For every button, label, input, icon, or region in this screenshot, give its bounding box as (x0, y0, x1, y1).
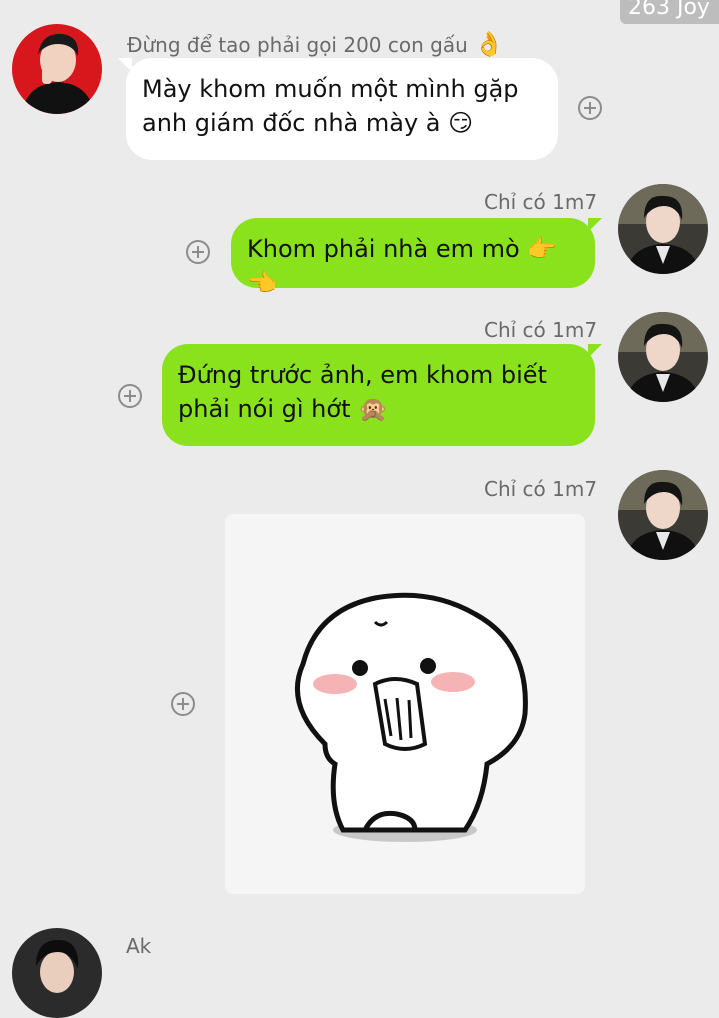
message-line: Khom phải nhà em mò 👉👈 (247, 235, 558, 297)
counter-badge: 263 Joy (620, 0, 719, 24)
avatar[interactable] (618, 470, 708, 560)
message-line: Đứng trước ảnh, em khom biết (178, 361, 547, 389)
sender-name: Chỉ có 1m7 (484, 318, 598, 342)
add-reaction-icon[interactable] (118, 384, 142, 408)
avatar[interactable] (618, 184, 708, 274)
shy-dumpling-sticker[interactable] (225, 514, 585, 894)
message-bubble[interactable]: Mày khom muốn một mình gặp anh giám đốc … (126, 58, 558, 160)
sender-name: Chỉ có 1m7 (484, 190, 598, 214)
add-reaction-icon[interactable] (578, 96, 602, 120)
sender-name: Ak (126, 934, 152, 958)
avatar[interactable] (12, 24, 102, 114)
avatar[interactable] (12, 928, 102, 1018)
sender-name: Đừng để tao phải gọi 200 con gấu 👌 (127, 30, 505, 58)
add-reaction-icon[interactable] (186, 240, 210, 264)
avatar[interactable] (618, 312, 708, 402)
message-line: anh giám đốc nhà mày à 😏 (142, 109, 474, 137)
sender-name: Chỉ có 1m7 (484, 477, 598, 501)
message-bubble[interactable]: Khom phải nhà em mò 👉👈 (231, 218, 595, 297)
message-line: phải nói gì hớt 🙊 (178, 395, 389, 423)
add-reaction-icon[interactable] (171, 692, 195, 716)
message-bubble[interactable]: Đứng trước ảnh, em khom biết phải nói gì… (162, 344, 595, 446)
message-line: Mày khom muốn một mình gặp (142, 75, 519, 103)
